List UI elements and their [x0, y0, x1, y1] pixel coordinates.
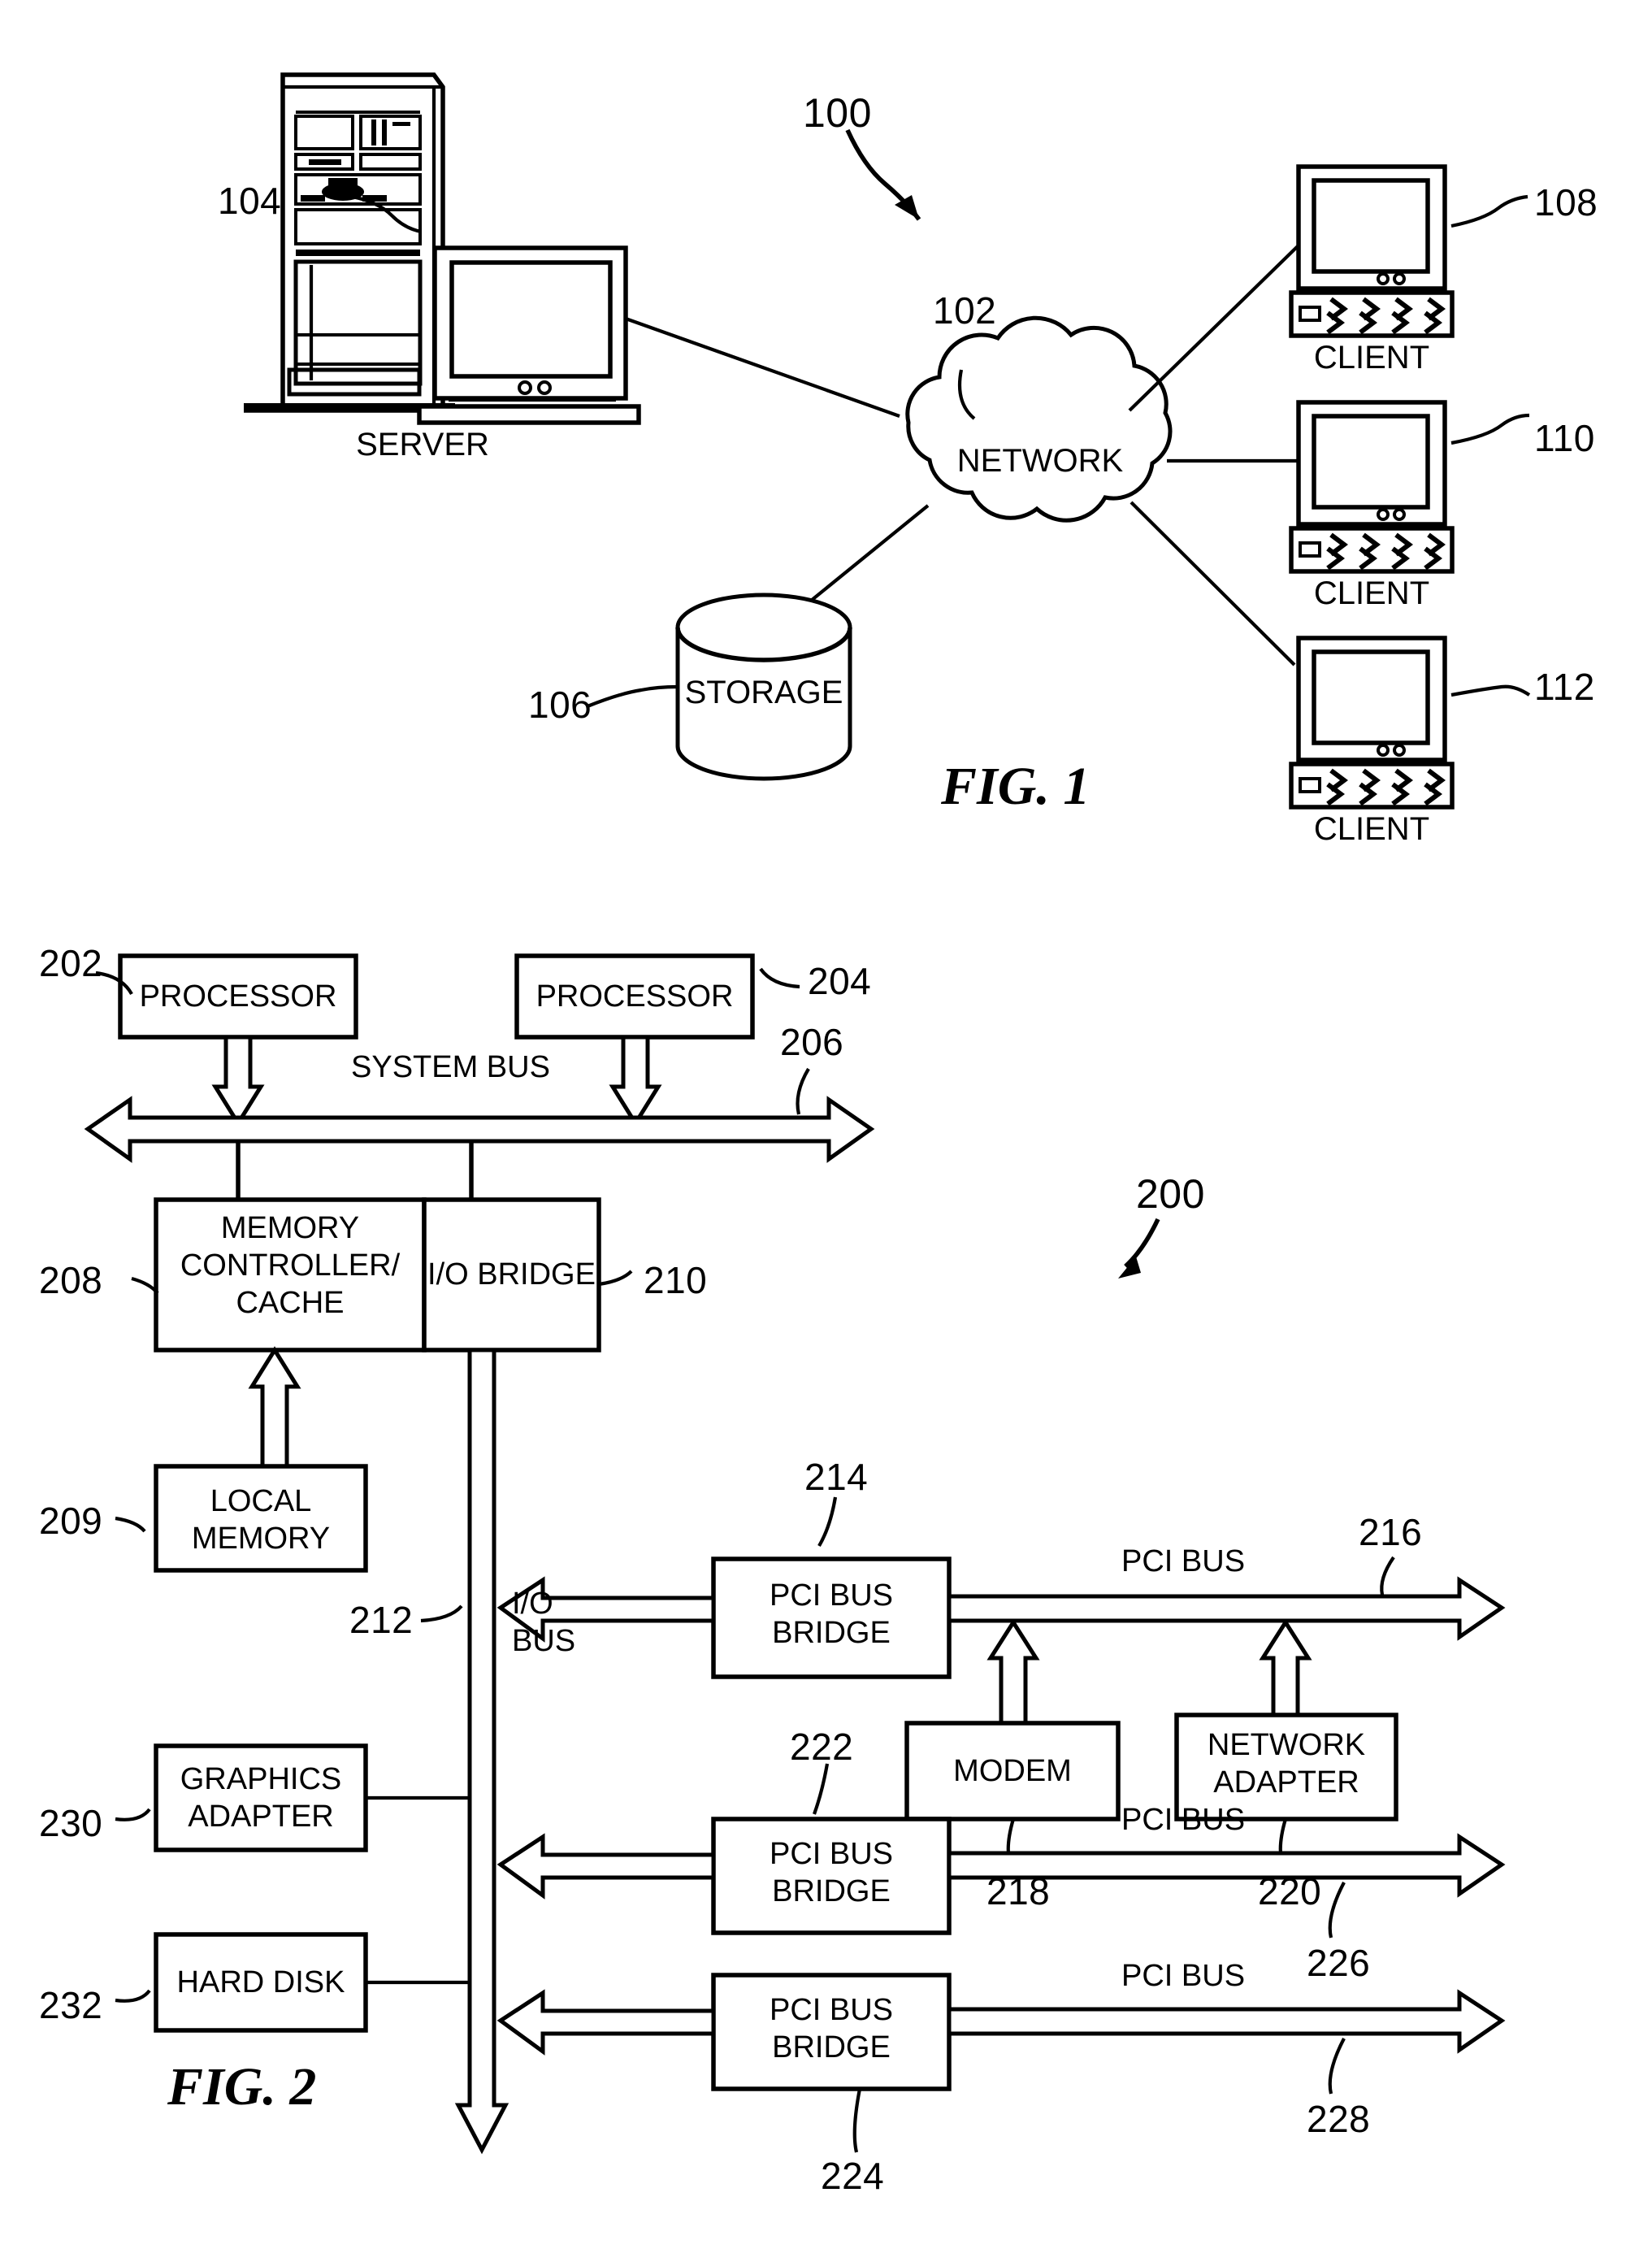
- ref-200: 200: [1136, 1171, 1205, 1217]
- ref-208: 208: [39, 1259, 103, 1301]
- client3-label: CLIENT: [1313, 811, 1430, 847]
- pci-bus1-label: PCI BUS: [1121, 1544, 1246, 1578]
- ref-112: 112: [1534, 666, 1595, 708]
- modem-label: MODEM: [953, 1754, 1072, 1788]
- system-bus-label: SYSTEM BUS: [351, 1050, 550, 1084]
- local-memory-arrow: [248, 1346, 301, 1469]
- pci-bus2-label: PCI BUS: [1121, 1803, 1246, 1837]
- fig1-network-cloud-icon: [905, 315, 1173, 523]
- io-bridge-label: I/O BRIDGE: [427, 1257, 596, 1292]
- ref-214: 214: [804, 1456, 869, 1498]
- client2-label: CLIENT: [1313, 575, 1430, 611]
- ref-226: 226: [1307, 1942, 1371, 1984]
- graphics-adapter-label: GRAPHICS ADAPTER: [180, 1762, 342, 1834]
- hard-disk-label: HARD DISK: [176, 1965, 345, 1999]
- processor1-bus-arrow: [211, 1035, 265, 1127]
- ref-228: 228: [1307, 2098, 1371, 2140]
- pci-bridge2-io-arrow: [496, 1833, 716, 1899]
- fig1-client1-icon: [1289, 164, 1455, 338]
- ref-100: 100: [803, 90, 872, 136]
- network-adapter-bus-arrow: [1259, 1618, 1312, 1726]
- pci-bus3-arrow: [947, 1989, 1506, 2054]
- ref-104: 104: [218, 180, 282, 222]
- processor2-label: PROCESSOR: [535, 979, 734, 1014]
- io-bus-arrow: [454, 1348, 509, 2155]
- modem-bus-arrow: [986, 1618, 1040, 1726]
- io-bus-label: I/O BUS: [512, 1587, 576, 1658]
- fig1-server-icon: [244, 72, 455, 413]
- ref-206: 206: [780, 1021, 844, 1063]
- fig1-server-monitor-icon: [417, 245, 641, 425]
- ref-212: 212: [349, 1599, 414, 1641]
- ref-106: 106: [528, 684, 592, 726]
- fig1-client3-icon: [1289, 636, 1455, 810]
- network-adapter-label: NETWORK ADAPTER: [1207, 1728, 1366, 1800]
- system-bus-arrow: [84, 1096, 875, 1163]
- ref-102: 102: [933, 289, 997, 332]
- processor2-bus-arrow: [609, 1035, 662, 1127]
- local-memory-label: LOCAL MEMORY: [191, 1484, 331, 1556]
- ref-210: 210: [644, 1259, 708, 1301]
- network-label: NETWORK: [956, 443, 1124, 479]
- ref-202: 202: [39, 942, 103, 984]
- ref-222: 222: [790, 1726, 854, 1768]
- pci-bus1-arrow: [947, 1576, 1506, 1641]
- ref-230: 230: [39, 1802, 103, 1844]
- ref-216: 216: [1359, 1511, 1423, 1553]
- pci-bridge2-label: PCI BUS BRIDGE: [769, 1837, 894, 1908]
- ref-218: 218: [986, 1870, 1051, 1912]
- pci-bus3-label: PCI BUS: [1121, 1959, 1246, 1993]
- fig1-client2-icon: [1289, 400, 1455, 574]
- ref-110: 110: [1534, 417, 1595, 459]
- storage-label: STORAGE: [684, 675, 843, 710]
- pci-bridge3-io-arrow: [496, 1989, 716, 2056]
- ref-108: 108: [1534, 181, 1598, 224]
- ref-204: 204: [808, 960, 872, 1002]
- ref-224: 224: [821, 2155, 885, 2197]
- patent-figure-sheet: .ln{stroke:#000;fill:none;} .th3{stroke-…: [0, 0, 1652, 2262]
- processor1-label: PROCESSOR: [139, 979, 337, 1014]
- client1-label: CLIENT: [1313, 340, 1430, 376]
- fig1-caption: FIG. 1: [941, 757, 1090, 816]
- pci-bridge1-label: PCI BUS BRIDGE: [769, 1578, 894, 1650]
- fig2-caption: FIG. 2: [167, 2057, 317, 2117]
- ref-232: 232: [39, 1984, 103, 2026]
- memory-controller-label: MEMORY CONTROLLER/ CACHE: [180, 1211, 401, 1320]
- pci-bridge3-label: PCI BUS BRIDGE: [769, 1993, 894, 2064]
- ref-209: 209: [39, 1500, 103, 1542]
- ref-220: 220: [1258, 1870, 1322, 1912]
- server-label: SERVER: [356, 427, 489, 462]
